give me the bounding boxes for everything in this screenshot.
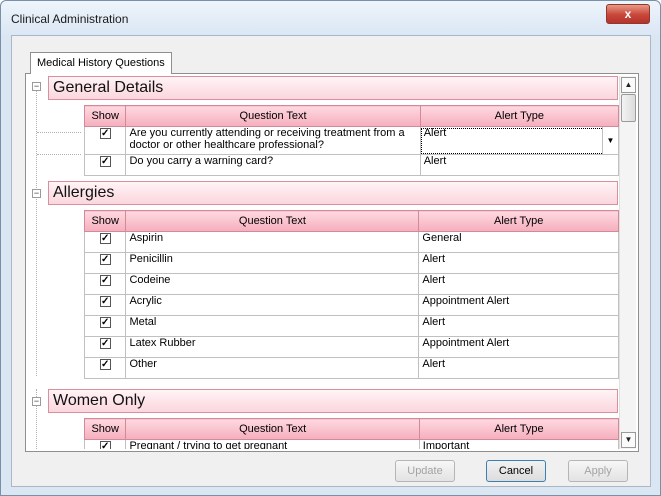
question-text[interactable]: Metal <box>125 315 420 337</box>
alert-type-select[interactable]: Alert ▼ <box>419 126 619 155</box>
collapse-minus-icon[interactable]: − <box>32 397 41 406</box>
alert-type-cell[interactable]: Alert <box>418 357 619 379</box>
section-title: General Details <box>53 79 164 96</box>
column-header-alert-type[interactable]: Alert Type <box>418 418 619 440</box>
table-row[interactable]: ✓ Codeine Alert <box>83 273 619 295</box>
table-row[interactable]: ✓ Latex Rubber Appointment Alert <box>83 336 619 358</box>
alert-type-cell[interactable]: Alert <box>418 315 619 337</box>
show-checkbox[interactable]: ✓ <box>99 275 111 286</box>
show-checkbox[interactable]: ✓ <box>99 233 111 244</box>
title-bar: Clinical Administration x <box>1 1 660 35</box>
column-header-question[interactable]: Question Text <box>125 418 420 440</box>
table-row[interactable]: ✓ Pregnant / trying to get pregnant Import… <box>83 439 619 449</box>
update-button[interactable]: Update <box>395 460 455 482</box>
question-text[interactable]: Codeine <box>125 273 420 295</box>
section-title: Allergies <box>53 184 115 201</box>
alert-type-cell[interactable]: General <box>418 231 619 253</box>
show-checkbox[interactable]: ✓ <box>99 338 111 349</box>
table-row[interactable]: ✓ Are you currently attending or receivi… <box>83 126 619 155</box>
alert-type-cell[interactable]: Alert <box>419 154 619 176</box>
column-header-alert-type[interactable]: Alert Type <box>419 105 619 127</box>
close-button[interactable]: x <box>606 4 650 24</box>
alert-type-cell[interactable]: Appointment Alert <box>418 294 619 316</box>
chevron-down-icon[interactable]: ▼ <box>602 127 618 154</box>
scroll-thumb[interactable] <box>621 94 636 122</box>
question-text[interactable]: Are you currently attending or receiving… <box>125 126 421 155</box>
question-text[interactable]: Other <box>125 357 420 379</box>
questions-grid: Show Question Text Alert Type ✓ Are you … <box>83 105 619 176</box>
column-header-question[interactable]: Question Text <box>125 105 421 127</box>
table-row[interactable]: ✓ Penicillin Alert <box>83 252 619 274</box>
cancel-button[interactable]: Cancel <box>486 460 546 482</box>
close-icon: x <box>624 7 632 21</box>
window-title: Clinical Administration <box>11 12 129 26</box>
question-text[interactable]: Latex Rubber <box>125 336 420 358</box>
apply-button[interactable]: Apply <box>568 460 628 482</box>
vertical-scrollbar[interactable]: ▲ ▼ <box>619 76 636 449</box>
table-row[interactable]: ✓ Acrylic Appointment Alert <box>83 294 619 316</box>
table-row[interactable]: ✓ Metal Alert <box>83 315 619 337</box>
question-text[interactable]: Pregnant / trying to get pregnant <box>125 439 420 449</box>
show-checkbox[interactable]: ✓ <box>99 156 111 167</box>
show-checkbox[interactable]: ✓ <box>99 441 111 449</box>
alert-type-cell[interactable]: Alert <box>418 273 619 295</box>
alert-type-cell[interactable]: Alert <box>418 252 619 274</box>
table-row[interactable]: ✓ Do you carry a warning card? Alert <box>83 154 619 176</box>
show-checkbox[interactable]: ✓ <box>99 296 111 307</box>
section-header: General Details <box>48 76 618 100</box>
question-text[interactable]: Acrylic <box>125 294 420 316</box>
column-header-show[interactable]: Show <box>83 418 127 440</box>
table-row[interactable]: ✓ Other Alert <box>83 357 619 379</box>
tab-panel: − General Details Show Question Text Ale… <box>25 73 639 452</box>
section-general-details: − General Details Show Question Text Ale… <box>28 76 619 186</box>
scroll-down-icon[interactable]: ▼ <box>621 432 636 448</box>
section-header: Allergies <box>48 181 618 205</box>
question-text[interactable]: Aspirin <box>125 231 420 253</box>
questions-scroll-area: − General Details Show Question Text Ale… <box>28 76 619 449</box>
show-checkbox[interactable]: ✓ <box>99 359 111 370</box>
alert-type-cell[interactable]: Appointment Alert <box>418 336 619 358</box>
section-women-only: − Women Only Show Question Text Alert Ty… <box>28 389 619 449</box>
questions-grid: Show Question Text Alert Type ✓ Pregnant … <box>83 418 619 449</box>
section-header: Women Only <box>48 389 618 413</box>
questions-grid: Show Question Text Alert Type ✓ Aspirin Ge… <box>83 210 619 379</box>
alert-type-cell[interactable]: Important <box>418 439 619 449</box>
section-allergies: − Allergies Show Question Text Alert Typ… <box>28 181 619 379</box>
table-row[interactable]: ✓ Aspirin General <box>83 231 619 253</box>
column-header-show[interactable]: Show <box>83 105 127 127</box>
collapse-minus-icon[interactable]: − <box>32 189 41 198</box>
section-title: Women Only <box>53 392 146 409</box>
collapse-minus-icon[interactable]: − <box>32 82 41 91</box>
show-checkbox[interactable]: ✓ <box>99 317 111 328</box>
tab-medical-history-questions[interactable]: Medical History Questions <box>30 52 172 74</box>
scroll-up-icon[interactable]: ▲ <box>621 77 636 93</box>
column-header-show[interactable]: Show <box>83 210 127 232</box>
alert-type-value: Alert <box>423 127 447 139</box>
client-area: Medical History Questions − General Deta… <box>11 35 651 487</box>
column-header-question[interactable]: Question Text <box>125 210 420 232</box>
question-text[interactable]: Penicillin <box>125 252 420 274</box>
show-checkbox[interactable]: ✓ <box>99 254 111 265</box>
column-header-alert-type[interactable]: Alert Type <box>418 210 619 232</box>
question-text[interactable]: Do you carry a warning card? <box>125 154 421 176</box>
show-checkbox[interactable]: ✓ <box>99 128 111 139</box>
dialog-window: Clinical Administration x Medical Histor… <box>0 0 661 496</box>
